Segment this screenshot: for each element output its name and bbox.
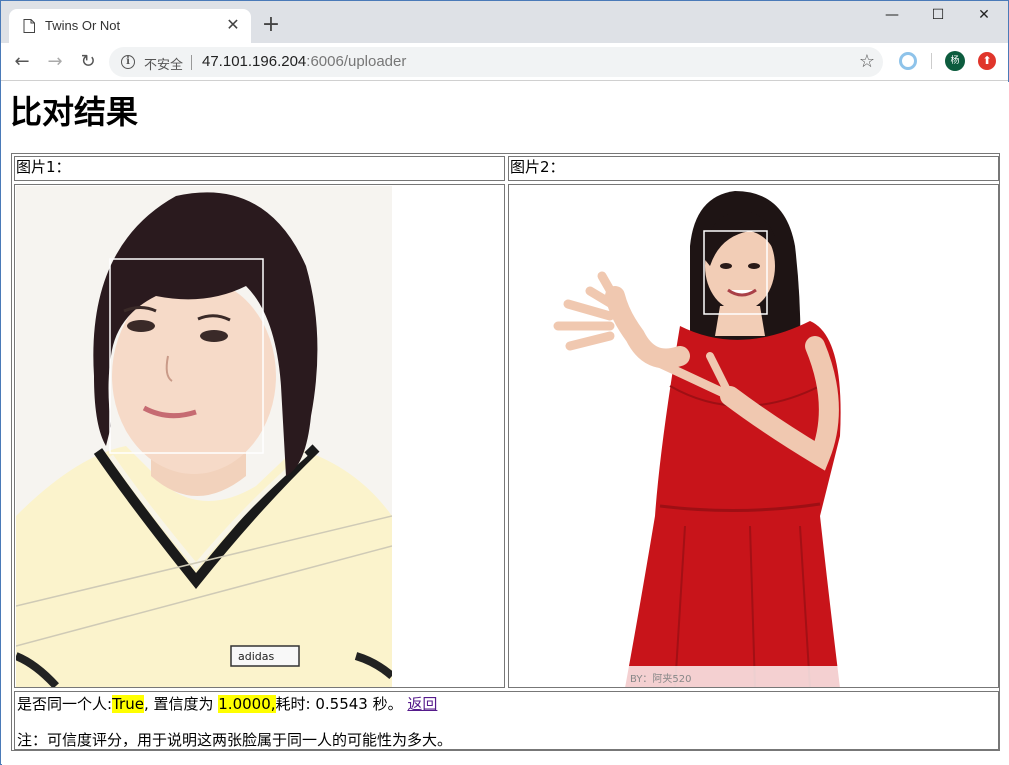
- image1-label: 图片1：: [14, 156, 505, 181]
- security-label: 不安全: [144, 58, 184, 73]
- result-table: 图片1： 图片2： adidas BY：阿夹520 是否同一个人:True, 置…: [11, 153, 1000, 751]
- back-link[interactable]: 返回: [407, 695, 437, 713]
- same-person-value: True: [112, 695, 144, 713]
- star-icon[interactable]: ☆: [859, 51, 875, 72]
- url-path: :6006/uploader: [306, 53, 407, 70]
- image2-label: 图片2：: [508, 156, 999, 181]
- image2-watermark: BY：阿夹520: [630, 672, 692, 685]
- result-line: 是否同一个人:True, 置信度为 1.0000,耗时: 0.5543 秒。 返…: [17, 694, 437, 714]
- result-cell: 是否同一个人:True, 置信度为 1.0000,耗时: 0.5543 秒。 返…: [14, 691, 999, 750]
- page-icon: [23, 19, 35, 33]
- divider: [931, 53, 932, 69]
- page-content: 比对结果 图片1： 图片2： adidas BY：阿夹520 是否同一个人:Tr…: [2, 82, 1009, 765]
- window-close-icon[interactable]: ✕: [969, 7, 999, 27]
- plus-icon[interactable]: +: [259, 14, 283, 38]
- tab-bar: Twins Or Not ✕ + — ☐ ✕: [1, 1, 1008, 43]
- minimize-icon[interactable]: —: [877, 7, 907, 27]
- confidence-value: 1.0000,: [218, 695, 276, 713]
- extension-icon[interactable]: ⬆: [978, 52, 996, 70]
- browser-window: Twins Or Not ✕ + — ☐ ✕ ← → ↻ i 不安全 47.10…: [0, 0, 1009, 765]
- avatar[interactable]: 杨: [945, 51, 965, 71]
- time-label: 耗时: 0.5543 秒。: [275, 695, 403, 713]
- svg-text:adidas: adidas: [238, 650, 275, 663]
- result-prefix: 是否同一个人:: [17, 695, 113, 713]
- maximize-icon[interactable]: ☐: [923, 7, 953, 27]
- tab-title: Twins Or Not: [45, 18, 121, 33]
- reload-icon[interactable]: ↻: [77, 51, 99, 73]
- image1-cell: adidas: [14, 184, 505, 688]
- image2-cell: BY：阿夹520: [508, 184, 999, 688]
- confidence-label: , 置信度为: [143, 695, 214, 713]
- page-title: 比对结果: [10, 93, 139, 131]
- url-text[interactable]: 47.101.196.204:6006/uploader: [202, 53, 406, 70]
- tab-active[interactable]: Twins Or Not ✕: [9, 9, 251, 43]
- url-host: 47.101.196.204: [202, 53, 307, 70]
- forward-arrow-icon[interactable]: →: [44, 51, 66, 73]
- divider: [191, 55, 192, 70]
- image1-photo: adidas: [16, 186, 392, 687]
- toolbar: ← → ↻ i 不安全 47.101.196.204:6006/uploader…: [1, 43, 1008, 81]
- back-arrow-icon[interactable]: ←: [11, 51, 33, 73]
- close-icon[interactable]: ✕: [225, 17, 241, 33]
- image2-photo: BY：阿夹520: [510, 186, 998, 687]
- extension-icon[interactable]: [899, 52, 917, 70]
- note-text: 注：可信度评分，用于说明这两张脸属于同一人的可能性为多大。: [17, 731, 453, 749]
- address-bar[interactable]: i 不安全 47.101.196.204:6006/uploader ☆: [109, 47, 883, 77]
- info-icon[interactable]: i: [121, 55, 135, 69]
